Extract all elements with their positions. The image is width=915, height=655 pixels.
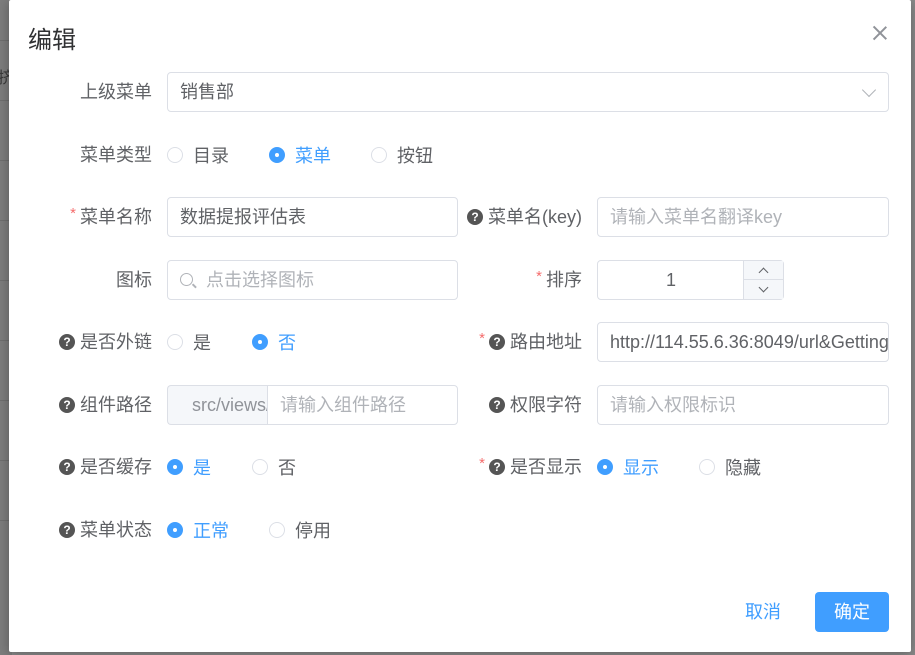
close-icon[interactable]	[871, 24, 889, 42]
permission-label: ? 权限字符	[469, 385, 582, 425]
permission-input[interactable]: 请输入权限标识	[597, 385, 889, 425]
radio-cache-yes[interactable]: 是	[167, 447, 211, 487]
required-mark: *	[479, 330, 485, 347]
parent-menu-value: 销售部	[180, 82, 234, 102]
radio-circle-checked	[167, 522, 183, 538]
question-icon[interactable]: ?	[59, 397, 75, 413]
radio-visible-hide[interactable]: 隐藏	[699, 447, 761, 487]
radio-menu-type-directory[interactable]: 目录	[167, 135, 229, 175]
radio-circle-checked	[252, 334, 268, 350]
radio-circle-checked	[269, 147, 285, 163]
radio-status-normal[interactable]: 正常	[167, 510, 229, 550]
radio-circle	[371, 147, 387, 163]
decrease-arrow-icon[interactable]	[744, 280, 783, 299]
component-path-group: src/views/ 请输入组件路径	[167, 385, 458, 425]
menu-name-input[interactable]: 数据提报评估表	[167, 197, 458, 237]
question-icon[interactable]: ?	[59, 459, 75, 475]
radio-external-yes[interactable]: 是	[167, 322, 211, 362]
increase-arrow-icon[interactable]	[744, 261, 783, 280]
menu-key-label: ? 菜单名(key)	[449, 197, 582, 237]
radio-menu-type-button[interactable]: 按钮	[371, 135, 433, 175]
question-icon[interactable]: ?	[489, 334, 505, 350]
menu-type-label: 菜单类型	[80, 145, 152, 165]
radio-cache-no[interactable]: 否	[252, 447, 296, 487]
radio-circle	[167, 147, 183, 163]
required-mark: *	[536, 268, 542, 285]
menu-name-label: * 菜单名称	[29, 197, 152, 237]
order-stepper	[743, 261, 783, 299]
is-visible-label: * ? 是否显示	[449, 447, 582, 487]
radio-external-no[interactable]: 否	[252, 322, 296, 362]
route-label: * ? 路由地址	[449, 322, 582, 362]
dialog-title: 编辑	[28, 27, 76, 54]
radio-status-disabled[interactable]: 停用	[269, 510, 331, 550]
question-icon[interactable]: ?	[489, 397, 505, 413]
is-cache-label: ? 是否缓存	[39, 447, 152, 487]
radio-visible-show[interactable]: 显示	[597, 447, 659, 487]
question-icon[interactable]: ?	[489, 459, 505, 475]
required-mark: *	[479, 455, 485, 472]
icon-picker-input[interactable]: 点击选择图标	[167, 260, 458, 300]
is-external-label: ? 是否外链	[39, 322, 152, 362]
question-icon[interactable]: ?	[467, 209, 483, 225]
order-label: * 排序	[489, 260, 582, 300]
order-number-input[interactable]: 1	[597, 260, 784, 300]
radio-menu-type-menu[interactable]: 菜单	[269, 135, 331, 175]
confirm-button[interactable]: 确定	[815, 592, 889, 632]
radio-circle	[252, 459, 268, 475]
component-path-prefix: src/views/	[167, 385, 267, 425]
radio-circle-checked	[167, 459, 183, 475]
chevron-down-icon	[861, 82, 877, 98]
icon-label: 图标	[116, 270, 152, 290]
required-mark: *	[70, 205, 76, 222]
component-path-label: ? 组件路径	[39, 385, 152, 425]
radio-circle	[699, 459, 715, 475]
status-label: ? 菜单状态	[39, 510, 152, 550]
radio-circle-checked	[597, 459, 613, 475]
route-input[interactable]: http://114.55.6.36:8049/url&Getting	[597, 322, 889, 362]
question-icon[interactable]: ?	[59, 522, 75, 538]
cancel-button[interactable]: 取消	[731, 592, 795, 632]
edit-dialog: 编辑 上级菜单 销售部 菜单类型 目录 菜单 按钮 * 菜单名称 数据提报评估表…	[9, 0, 911, 652]
radio-circle	[167, 334, 183, 350]
search-icon	[180, 273, 193, 286]
question-icon[interactable]: ?	[59, 334, 75, 350]
parent-menu-label: 上级菜单	[80, 82, 152, 102]
parent-menu-select[interactable]: 销售部	[167, 72, 889, 112]
order-value[interactable]: 1	[598, 261, 744, 299]
radio-circle	[269, 522, 285, 538]
menu-key-input[interactable]: 请输入菜单名翻译key	[597, 197, 889, 237]
component-path-input[interactable]: 请输入组件路径	[267, 385, 458, 425]
